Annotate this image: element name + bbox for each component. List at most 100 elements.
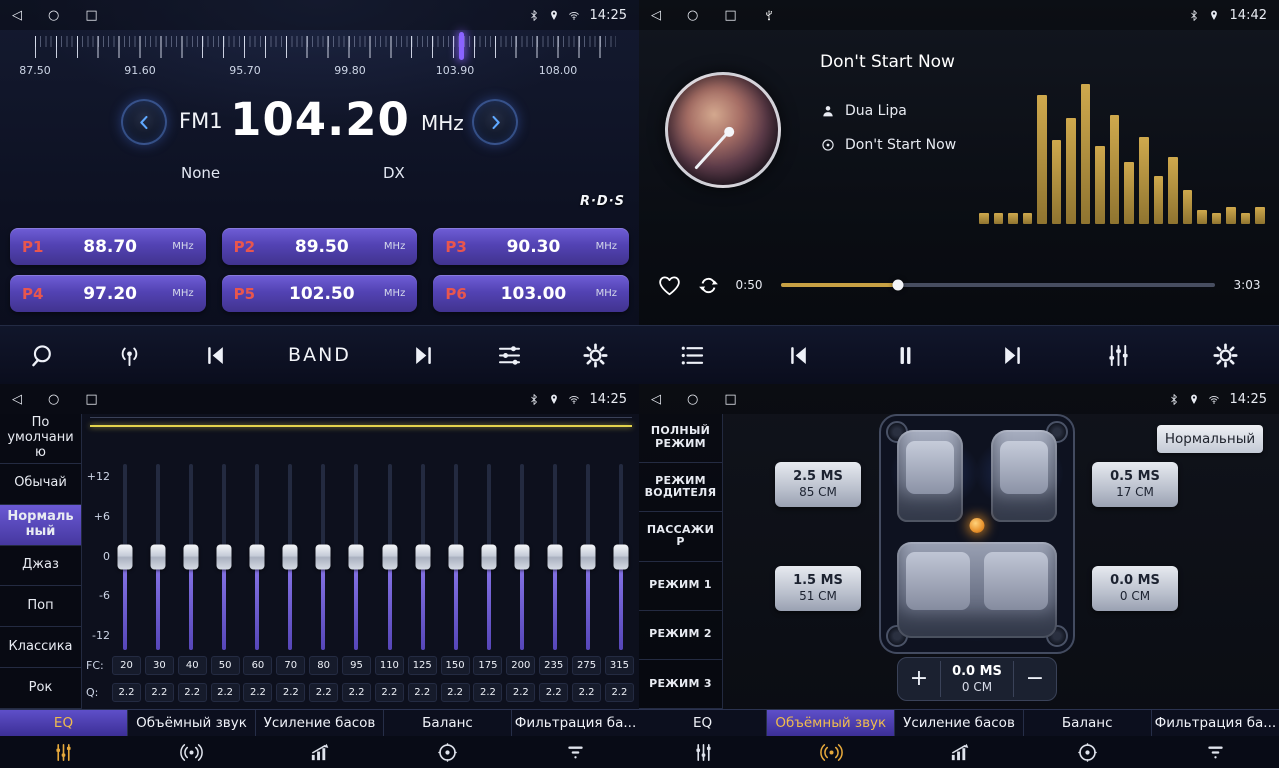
field-tab-bass-boost[interactable]: Усиление басов bbox=[895, 710, 1023, 736]
frequency-ruler[interactable] bbox=[24, 36, 616, 58]
settings-button[interactable] bbox=[1212, 342, 1239, 369]
tab-balance[interactable]: Баланс bbox=[384, 710, 512, 736]
field-tab-filter[interactable]: Фильтрация ба... bbox=[1152, 710, 1279, 736]
filter-tab-icon[interactable] bbox=[1151, 736, 1279, 768]
eq-band-slider-3[interactable] bbox=[215, 464, 233, 650]
fc-value-2[interactable]: 40 bbox=[178, 656, 207, 675]
q-value-4[interactable]: 2.2 bbox=[243, 683, 272, 702]
fc-value-6[interactable]: 80 bbox=[309, 656, 338, 675]
recents-button[interactable]: □ bbox=[85, 393, 97, 406]
q-value-2[interactable]: 2.2 bbox=[178, 683, 207, 702]
fc-value-12[interactable]: 200 bbox=[506, 656, 535, 675]
fc-value-4[interactable]: 60 bbox=[243, 656, 272, 675]
recents-button[interactable]: □ bbox=[724, 9, 736, 22]
fc-value-3[interactable]: 50 bbox=[211, 656, 240, 675]
eq-tab-icon[interactable] bbox=[639, 736, 767, 768]
eq-band-slider-14[interactable] bbox=[579, 464, 597, 650]
equalizer-button[interactable] bbox=[1105, 342, 1132, 369]
q-value-11[interactable]: 2.2 bbox=[473, 683, 502, 702]
q-value-6[interactable]: 2.2 bbox=[309, 683, 338, 702]
eq-preset-6[interactable]: Рок bbox=[0, 668, 81, 709]
back-button[interactable]: ◁ bbox=[651, 393, 661, 406]
tab-eq[interactable]: EQ bbox=[0, 710, 128, 736]
preset-p3[interactable]: P3 90.30 MHz bbox=[433, 228, 629, 265]
equalizer-button[interactable] bbox=[496, 342, 523, 369]
favorite-button[interactable] bbox=[657, 273, 682, 298]
eq-band-slider-6[interactable] bbox=[314, 464, 332, 650]
eq-band-slider-2[interactable] bbox=[182, 464, 200, 650]
rear-bench-seat[interactable] bbox=[897, 542, 1057, 638]
eq-tab-icon[interactable] bbox=[0, 736, 128, 768]
eq-band-slider-9[interactable] bbox=[414, 464, 432, 650]
settings-button[interactable] bbox=[582, 342, 609, 369]
eq-preset-3[interactable]: Джаз bbox=[0, 546, 81, 587]
eq-preset-2[interactable]: Нормальный bbox=[0, 505, 81, 546]
previous-station-button[interactable] bbox=[202, 342, 229, 369]
q-value-13[interactable]: 2.2 bbox=[539, 683, 568, 702]
recents-button[interactable]: □ bbox=[724, 393, 736, 406]
progress-knob[interactable] bbox=[893, 280, 904, 291]
delay-increase-button[interactable]: + bbox=[898, 668, 940, 690]
fc-value-9[interactable]: 125 bbox=[408, 656, 437, 675]
listening-mode-3[interactable]: РЕЖИМ 1 bbox=[639, 562, 722, 611]
tab-bass-boost[interactable]: Усиление басов bbox=[256, 710, 384, 736]
scan-button[interactable] bbox=[30, 342, 57, 369]
progress-bar[interactable] bbox=[781, 283, 1215, 287]
playlist-button[interactable] bbox=[679, 342, 706, 369]
fc-value-15[interactable]: 315 bbox=[605, 656, 634, 675]
broadcast-button[interactable] bbox=[116, 342, 143, 369]
preset-p2[interactable]: P2 89.50 MHz bbox=[222, 228, 418, 265]
driver-seat[interactable] bbox=[897, 430, 963, 522]
bass-boost-tab-icon[interactable] bbox=[256, 736, 384, 768]
band-button[interactable]: BAND bbox=[288, 344, 351, 366]
eq-preset-1[interactable]: Обычай bbox=[0, 464, 81, 505]
back-button[interactable]: ◁ bbox=[12, 393, 22, 406]
q-value-12[interactable]: 2.2 bbox=[506, 683, 535, 702]
fc-value-10[interactable]: 150 bbox=[441, 656, 470, 675]
field-tab-surround[interactable]: Объёмный звук bbox=[767, 710, 895, 736]
eq-preset-5[interactable]: Классика bbox=[0, 627, 81, 668]
preset-p5[interactable]: P5 102.50 MHz bbox=[222, 275, 418, 312]
eq-band-slider-12[interactable] bbox=[513, 464, 531, 650]
filter-tab-icon[interactable] bbox=[511, 736, 639, 768]
tab-surround[interactable]: Объёмный звук bbox=[128, 710, 256, 736]
listening-position-dot[interactable] bbox=[970, 518, 985, 533]
fc-value-8[interactable]: 110 bbox=[375, 656, 404, 675]
previous-track-button[interactable] bbox=[785, 342, 812, 369]
q-value-9[interactable]: 2.2 bbox=[408, 683, 437, 702]
field-preset-badge[interactable]: Нормальный bbox=[1157, 425, 1263, 453]
listening-mode-2[interactable]: ПАССАЖИР bbox=[639, 512, 722, 561]
home-button[interactable]: ○ bbox=[48, 393, 59, 406]
q-value-15[interactable]: 2.2 bbox=[605, 683, 634, 702]
album-art[interactable] bbox=[665, 72, 781, 188]
bass-boost-tab-icon[interactable] bbox=[895, 736, 1023, 768]
back-button[interactable]: ◁ bbox=[651, 9, 661, 22]
home-button[interactable]: ○ bbox=[687, 9, 698, 22]
fc-value-7[interactable]: 95 bbox=[342, 656, 371, 675]
delay-front-left[interactable]: 2.5 MS 85 CM bbox=[775, 462, 861, 507]
eq-band-slider-1[interactable] bbox=[149, 464, 167, 650]
fc-value-0[interactable]: 20 bbox=[112, 656, 141, 675]
preset-p1[interactable]: P1 88.70 MHz bbox=[10, 228, 206, 265]
pause-button[interactable] bbox=[892, 342, 919, 369]
home-button[interactable]: ○ bbox=[687, 393, 698, 406]
delay-front-right[interactable]: 0.5 MS 17 CM bbox=[1092, 462, 1178, 507]
eq-band-slider-13[interactable] bbox=[546, 464, 564, 650]
surround-tab-icon[interactable] bbox=[128, 736, 256, 768]
next-track-button[interactable] bbox=[999, 342, 1026, 369]
repeat-button[interactable] bbox=[696, 273, 721, 298]
delay-rear-left[interactable]: 1.5 MS 51 CM bbox=[775, 566, 861, 611]
listening-mode-0[interactable]: ПОЛНЫЙ РЕЖИМ bbox=[639, 414, 722, 463]
seek-down-button[interactable] bbox=[121, 99, 167, 145]
preset-p4[interactable]: P4 97.20 MHz bbox=[10, 275, 206, 312]
delay-decrease-button[interactable]: − bbox=[1014, 668, 1056, 690]
fc-value-1[interactable]: 30 bbox=[145, 656, 174, 675]
q-value-7[interactable]: 2.2 bbox=[342, 683, 371, 702]
fc-value-11[interactable]: 175 bbox=[473, 656, 502, 675]
q-value-0[interactable]: 2.2 bbox=[112, 683, 141, 702]
field-tab-balance[interactable]: Баланс bbox=[1024, 710, 1152, 736]
eq-band-slider-10[interactable] bbox=[447, 464, 465, 650]
eq-band-slider-0[interactable] bbox=[116, 464, 134, 650]
fc-value-13[interactable]: 235 bbox=[539, 656, 568, 675]
eq-band-slider-4[interactable] bbox=[248, 464, 266, 650]
